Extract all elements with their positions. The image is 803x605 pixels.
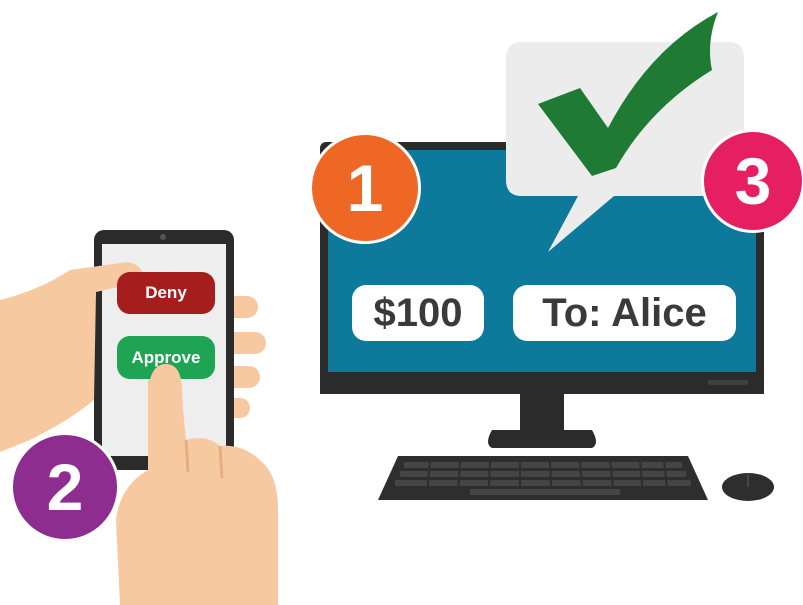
step-1-badge: 1 [309, 132, 421, 244]
step-2-badge: 2 [10, 432, 120, 542]
approve-button[interactable]: Approve [117, 336, 215, 379]
phone-camera-icon [160, 234, 166, 240]
step-3-badge: 3 [701, 129, 803, 233]
deny-button[interactable]: Deny [117, 272, 215, 314]
